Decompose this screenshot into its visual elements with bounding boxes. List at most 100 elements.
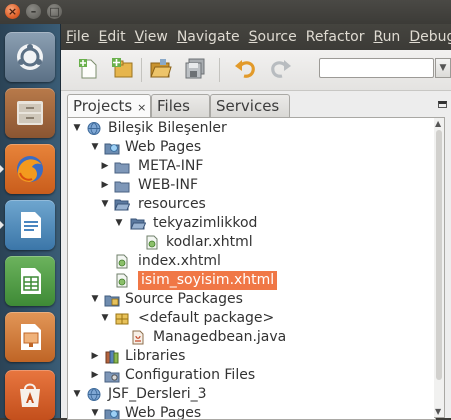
writer-document-icon [21, 212, 41, 238]
unity-launcher [0, 24, 61, 420]
tab-services[interactable]: Services [210, 94, 290, 117]
tab-files[interactable]: Files [151, 94, 210, 117]
web-pages-icon [104, 143, 120, 155]
open-project-icon[interactable] [149, 57, 173, 81]
running-indicator [0, 221, 4, 229]
tree-node-label: resources [138, 196, 206, 212]
undo-icon[interactable] [233, 57, 257, 81]
tree-row[interactable]: ▼ tekyazimlikkod [68, 214, 435, 233]
scroll-thumb[interactable] [436, 130, 442, 380]
menu-run[interactable]: Run [373, 24, 400, 50]
window-minimize-button[interactable]: – [26, 4, 41, 19]
tree-node-label: WEB-INF [138, 177, 198, 193]
main-toolbar: ▼ [61, 50, 451, 91]
tree-node-label: Libraries [125, 348, 186, 364]
tree-expanded-toggle[interactable]: ▼ [90, 290, 100, 309]
launcher-libreoffice-impress[interactable] [5, 312, 55, 362]
tree-node-label: index.xhtml [138, 253, 221, 269]
tree-expanded-toggle[interactable]: ▼ [100, 309, 110, 328]
toolbar-separator [141, 58, 142, 82]
menu-source[interactable]: Source [249, 24, 297, 50]
tree-row[interactable]: kodlar.xhtml [68, 233, 435, 252]
firefox-icon [17, 156, 43, 182]
tree-row[interactable]: ▼ JSF_Dersleri_3 [68, 385, 435, 404]
window-close-button[interactable]: × [5, 4, 20, 19]
explorer-tab-bar: Projects × Files Services [67, 94, 451, 118]
tree-row[interactable]: ▼ resources [68, 195, 435, 214]
tree-node-label: Source Packages [125, 291, 243, 307]
tree-expanded-toggle[interactable]: ▼ [100, 195, 110, 214]
tree-row[interactable]: ▶ Configuration Files [68, 366, 435, 385]
menu-debug[interactable]: Debug [409, 24, 451, 50]
tree-row[interactable]: ▶ META-INF [68, 157, 435, 176]
tree-expanded-toggle[interactable]: ▼ [72, 385, 82, 404]
tree-node-label: kodlar.xhtml [166, 234, 253, 250]
menu-bar: File Edit View Navigate Source Refactor Run Deb… [61, 24, 451, 50]
launcher-libreoffice-calc[interactable] [5, 256, 55, 306]
launcher-files[interactable] [5, 88, 55, 138]
xhtml-file-icon [146, 235, 158, 250]
tab-projects[interactable]: Projects × [67, 94, 151, 118]
globe-project-icon [87, 388, 101, 401]
launcher-libreoffice-writer[interactable] [5, 200, 55, 250]
launcher-software-center[interactable] [5, 370, 55, 420]
launcher-firefox[interactable] [5, 144, 55, 194]
new-project-icon[interactable] [111, 57, 135, 81]
window-maximize-button[interactable]: □ [47, 4, 62, 19]
globe-project-icon [87, 122, 101, 135]
tab-close-icon[interactable]: × [137, 101, 146, 114]
tree-node-label: Web Pages [125, 139, 202, 155]
ubuntu-logo-icon [17, 44, 43, 70]
search-dropdown-button[interactable]: ▼ [435, 58, 451, 78]
folder-open-icon [114, 199, 130, 211]
toolbar-search-input[interactable] [319, 58, 434, 78]
package-icon [115, 313, 129, 325]
tree-row[interactable]: ▼ <default package> [68, 309, 435, 328]
tree-node-label: Managedbean.java [153, 329, 287, 345]
scroll-down-arrow[interactable]: ▼ [435, 407, 441, 416]
menu-file[interactable]: File [66, 24, 89, 50]
tree-collapsed-toggle[interactable]: ▶ [90, 366, 100, 385]
tree-row[interactable]: ▼ Source Packages [68, 290, 435, 309]
tree-vertical-scrollbar[interactable]: ▲ ▼ [434, 117, 445, 418]
tree-row[interactable]: isim_soyisim.xhtml [68, 271, 435, 290]
source-packages-icon [104, 295, 120, 307]
tab-projects-label: Projects [73, 97, 133, 115]
menu-view[interactable]: View [135, 24, 168, 50]
new-file-icon[interactable] [77, 57, 101, 81]
scroll-up-arrow[interactable]: ▲ [435, 119, 441, 128]
tree-collapsed-toggle[interactable]: ▶ [90, 347, 100, 366]
menu-navigate[interactable]: Navigate [177, 24, 240, 50]
folder-open-icon [130, 218, 146, 230]
tree-expanded-toggle[interactable]: ▼ [114, 214, 124, 233]
tree-expanded-toggle[interactable]: ▼ [90, 138, 100, 157]
libraries-icon [105, 350, 119, 364]
save-all-icon[interactable] [183, 57, 207, 81]
tree-node-label: Bileşik Bileşenler [108, 120, 227, 136]
top-panel: × – □ [0, 0, 451, 24]
tree-node-label: META-INF [138, 158, 204, 174]
tree-row[interactable]: ▼ Bileşik Bileşenler [68, 119, 435, 138]
tree-row[interactable]: ▶ WEB-INF [68, 176, 435, 195]
tree-collapsed-toggle[interactable]: ▶ [100, 157, 110, 176]
menu-refactor[interactable]: Refactor [306, 24, 365, 50]
folder-icon [114, 181, 130, 193]
redo-icon[interactable] [269, 57, 293, 81]
tree-node-label-selected: isim_soyisim.xhtml [138, 271, 278, 290]
config-files-icon [104, 371, 120, 383]
xhtml-file-icon [116, 273, 128, 288]
tree-row[interactable]: ▶ Libraries [68, 347, 435, 366]
launcher-dash-home[interactable] [5, 32, 55, 82]
tree-row[interactable]: ▼ Web Pages [68, 138, 435, 157]
projects-tree[interactable]: ▼ Bileşik Bileşenler ▼ Web Pages ▶ META-INF ▶ W… [67, 117, 436, 420]
tree-expanded-toggle[interactable]: ▼ [72, 119, 82, 138]
tree-node-label: tekyazimlikkod [153, 215, 258, 231]
minimize-panel-icon[interactable] [438, 101, 447, 108]
tree-collapsed-toggle[interactable]: ▶ [100, 176, 110, 195]
file-cabinet-icon [17, 101, 43, 125]
tree-row[interactable]: Managedbean.java [68, 328, 435, 347]
tab-files-label: Files [157, 97, 190, 115]
netbeans-window: File Edit View Navigate Source Refactor Run Deb… [61, 24, 451, 420]
menu-edit[interactable]: Edit [98, 24, 125, 50]
tree-row[interactable]: index.xhtml [68, 252, 435, 271]
